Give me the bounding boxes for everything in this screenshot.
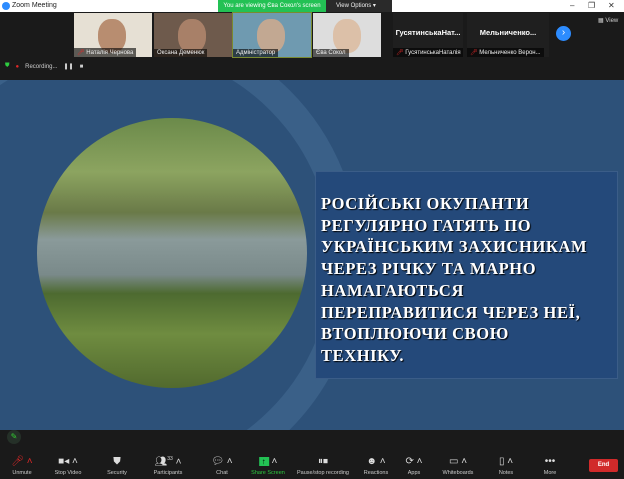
pause-stop-label: Pause/stop recording bbox=[297, 470, 349, 476]
notes-label: Notes bbox=[498, 470, 514, 476]
recording-label: Recording... bbox=[25, 63, 58, 70]
view-options-button[interactable]: View Options ▾ bbox=[326, 0, 392, 12]
view-options-label: View Options bbox=[336, 3, 372, 9]
chat-icon: 💬︎ ˄ bbox=[211, 456, 233, 467]
security-button[interactable]: ⛊ Security bbox=[107, 456, 127, 476]
slide-text-line: ПЕРЕПРАВИТИСЯ ЧЕРЕЗ НЕЇ, bbox=[321, 302, 581, 322]
pause-stop-icon: ⏸︎⏹︎ bbox=[317, 456, 328, 467]
close-icon[interactable]: ✕ bbox=[608, 1, 615, 10]
participant-name: Адміністратор bbox=[233, 49, 279, 57]
notes-icon: ▯ ˄ bbox=[498, 456, 514, 467]
participant-tile[interactable]: ГусятинськаНат... 🎤︎ ГусятинськаНаталія bbox=[393, 13, 463, 57]
whiteboards-label: Whiteboards bbox=[442, 470, 474, 476]
participant-strip: 🎤︎ Наталія Чернова Оксана Деменюк Адміні… bbox=[0, 12, 624, 80]
participant-tile[interactable]: 🎤︎ Наталія Чернова bbox=[74, 13, 152, 57]
mic-muted-icon: 🎤︎ bbox=[396, 50, 404, 56]
more-button[interactable]: ••• More bbox=[544, 456, 557, 476]
stop-icon[interactable]: ■ bbox=[80, 64, 84, 70]
slide-text-line: ВТОПЛЮЮЧИ СВОЮ bbox=[321, 324, 509, 344]
participant-name: Мельниченко Верон... bbox=[479, 50, 541, 56]
window-title: Zoom Meeting bbox=[12, 2, 57, 9]
view-button[interactable]: ▦ View bbox=[598, 17, 618, 24]
participants-button[interactable]: 👥︎33 ˄ Participants bbox=[154, 456, 183, 476]
video-camera-icon: ■◂ ˄ bbox=[58, 456, 78, 467]
participant-tile[interactable]: Мельниченко... 🎤︎ Мельниченко Верон... bbox=[467, 13, 549, 57]
slide-text-line: РОСІЙСЬКІ ОКУПАНТИ bbox=[321, 194, 530, 213]
shared-screen-slide: РОСІЙСЬКІ ОКУПАНТИ РЕГУЛЯРНО ГАТЯТЬ ПО У… bbox=[0, 80, 624, 430]
river-photo bbox=[37, 118, 307, 388]
reactions-label: Reactions bbox=[363, 470, 389, 476]
apps-icon: ⟳ ˄ bbox=[405, 456, 423, 467]
zoom-logo-icon bbox=[2, 2, 10, 10]
pause-stop-recording-button[interactable]: ⏸︎⏹︎ Pause/stop recording bbox=[297, 456, 349, 476]
slide-text-line: ЧЕРЕЗ РІЧКУ ТА МАРНО bbox=[321, 259, 537, 279]
slide-text-line: ТЕХНІКУ. bbox=[321, 345, 405, 365]
viewing-banner: You are viewing Єва Сокол's screen bbox=[218, 0, 326, 12]
slide-text-line: УКРАЇНСЬКИМ ЗАХИСНИКАМ bbox=[321, 237, 588, 257]
participant-display-name: ГусятинськаНат... bbox=[395, 28, 461, 37]
slide-textbox: РОСІЙСЬКІ ОКУПАНТИ РЕГУЛЯРНО ГАТЯТЬ ПО У… bbox=[316, 172, 617, 378]
participant-display-name: Мельниченко... bbox=[479, 28, 537, 37]
more-label: More bbox=[543, 470, 557, 476]
recording-bar: ⛊ ● Recording... ❚❚ ■ bbox=[5, 63, 83, 70]
participants-label: Participants bbox=[153, 470, 183, 476]
participant-name: ГусятинськаНаталія bbox=[405, 50, 461, 56]
participant-tile[interactable]: Адміністратор bbox=[232, 12, 312, 58]
more-icon: ••• bbox=[544, 456, 556, 467]
chat-label: Chat bbox=[216, 470, 228, 476]
stop-video-label: Stop Video bbox=[54, 470, 82, 476]
meeting-toolbar: ✎ 🎤︎ ˄ Unmute ■◂ ˄ Stop Video ⛊ Security 👥︎… bbox=[0, 430, 624, 479]
participants-count: 33 bbox=[167, 456, 173, 462]
share-screen-icon: ↑ ˄ bbox=[251, 456, 285, 470]
notes-button[interactable]: ▯ ˄ Notes bbox=[499, 456, 513, 476]
reactions-icon: ☻ ˄ bbox=[366, 456, 386, 467]
next-page-button[interactable]: › bbox=[556, 26, 571, 41]
minimize-icon[interactable]: – bbox=[570, 1, 574, 10]
participant-name: Єва Сокол bbox=[313, 49, 349, 57]
participant-tile[interactable]: Оксана Деменюк bbox=[154, 13, 232, 57]
mic-muted-icon: 🎤︎ bbox=[77, 50, 85, 56]
shield-icon: ⛊ bbox=[113, 456, 121, 467]
apps-button[interactable]: ⟳ ˄ Apps bbox=[406, 456, 423, 476]
chat-button[interactable]: 💬︎ ˄ Chat bbox=[211, 456, 232, 476]
record-icon: ● bbox=[15, 63, 20, 70]
unmute-button[interactable]: 🎤︎ ˄ Unmute bbox=[11, 456, 32, 476]
mic-muted-icon: 🎤︎ ˄ bbox=[11, 456, 33, 467]
share-screen-button[interactable]: ↑ ˄ Share Screen bbox=[251, 456, 285, 476]
annotate-pen-icon[interactable]: ✎ bbox=[7, 430, 21, 444]
shield-icon: ⛊ bbox=[5, 63, 10, 69]
pause-icon[interactable]: ❚❚ bbox=[64, 63, 74, 70]
participant-name: Оксана Деменюк bbox=[154, 49, 208, 57]
participants-icon: 👥︎33 ˄ bbox=[154, 456, 182, 468]
share-screen-label: Share Screen bbox=[251, 470, 285, 476]
mic-muted-icon: 🎤︎ bbox=[470, 50, 478, 56]
maximize-icon[interactable]: ❐ bbox=[588, 1, 595, 10]
security-label: Security bbox=[107, 470, 127, 476]
reactions-button[interactable]: ☻ ˄ Reactions bbox=[364, 456, 388, 476]
whiteboards-button[interactable]: ▭ ˄ Whiteboards bbox=[443, 456, 474, 476]
unmute-label: Unmute bbox=[12, 470, 32, 476]
end-button[interactable]: End bbox=[589, 459, 618, 472]
stop-video-button[interactable]: ■◂ ˄ Stop Video bbox=[55, 456, 82, 476]
participant-name: Наталія Чернова bbox=[86, 50, 134, 56]
participant-tile[interactable]: Єва Сокол bbox=[313, 13, 381, 57]
slide-text-line: НАМАГАЮТЬСЯ bbox=[321, 280, 464, 300]
whiteboard-icon: ▭ ˄ bbox=[448, 456, 468, 467]
slide-text-line: РЕГУЛЯРНО ГАТЯТЬ ПО bbox=[321, 215, 532, 235]
view-label: View bbox=[605, 18, 619, 24]
apps-label: Apps bbox=[407, 470, 421, 476]
